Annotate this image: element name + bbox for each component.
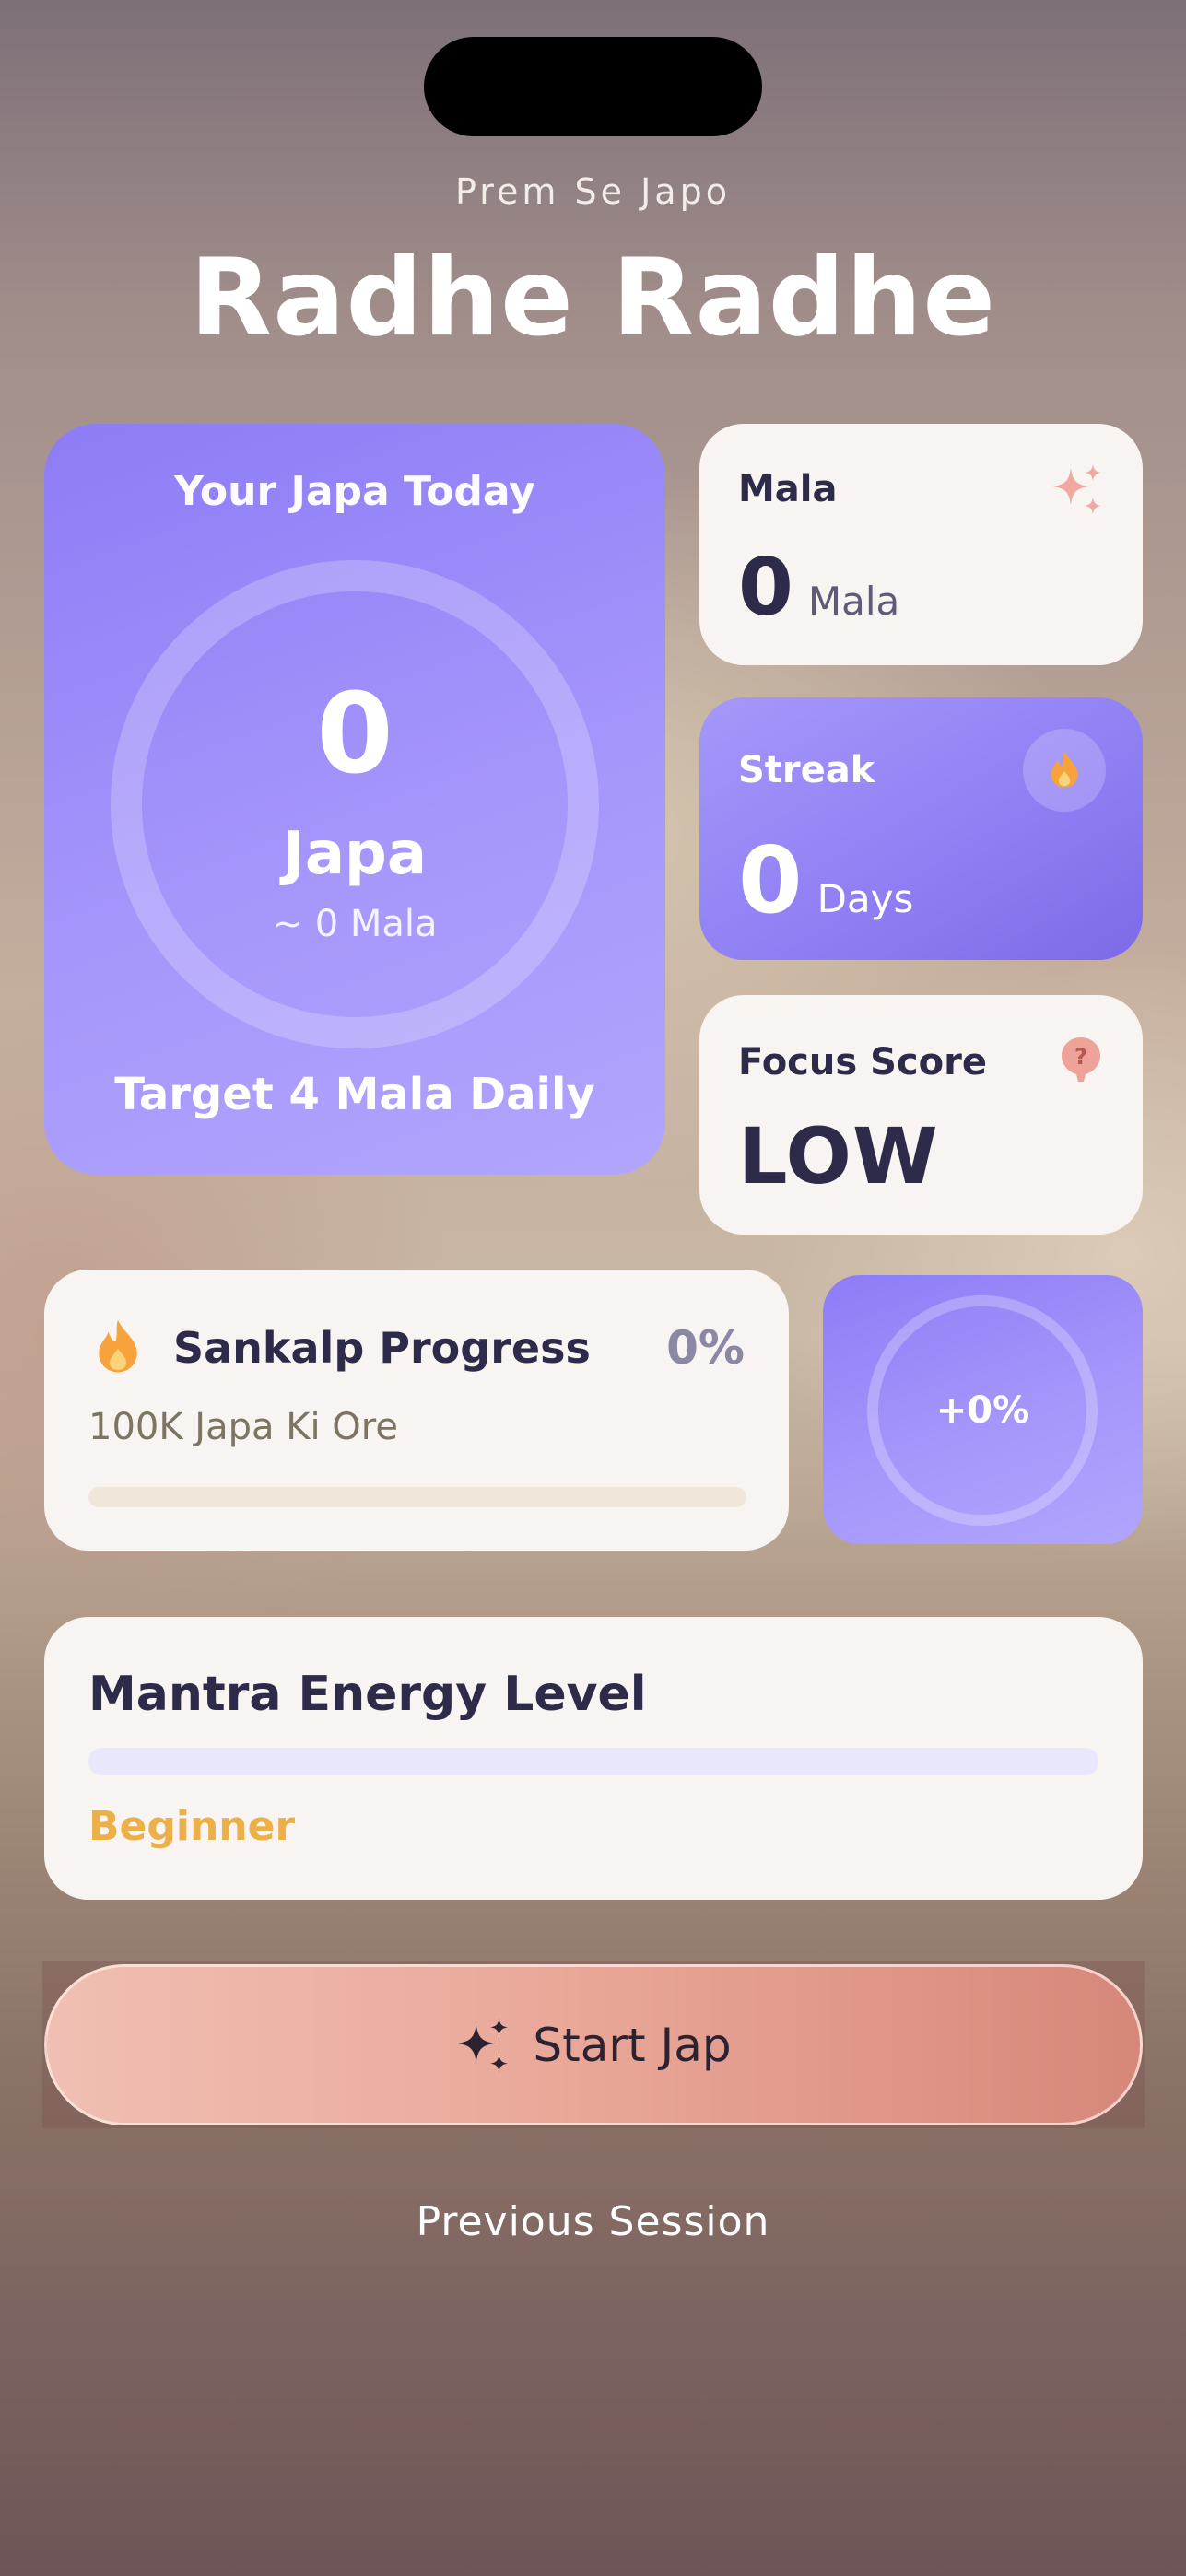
sankalp-title: Sankalp Progress <box>173 1323 591 1373</box>
svg-text:?: ? <box>1074 1044 1087 1070</box>
streak-label: Streak <box>738 749 875 791</box>
mala-value: 0 <box>738 542 793 634</box>
japa-unit: Japa <box>283 820 427 888</box>
flame-icon <box>99 1319 137 1373</box>
mala-unit: Mala <box>807 579 900 624</box>
streak-value-row: 0 Days <box>738 826 913 934</box>
mantra-energy-card[interactable]: Mantra Energy Level Beginner <box>44 1617 1143 1900</box>
page-title: Radhe Radhe <box>189 236 997 360</box>
japa-progress-ring <box>111 560 599 1048</box>
streak-value: 0 <box>738 826 803 934</box>
sankalp-percent: 0% <box>666 1321 745 1375</box>
help-icon[interactable]: ? <box>1060 1036 1102 1083</box>
mala-card[interactable]: Mala 0 Mala <box>699 424 1143 665</box>
start-jap-label: Start Jap <box>533 2018 732 2072</box>
delta-value: +0% <box>935 1389 1030 1432</box>
daily-target: Target 4 Mala Daily <box>114 1069 595 1120</box>
sankalp-subtitle: 100K Japa Ki Ore <box>88 1406 398 1448</box>
mala-label: Mala <box>738 468 838 510</box>
dynamic-island <box>424 37 762 136</box>
start-jap-button[interactable]: Start Jap <box>44 1964 1143 2125</box>
sankalp-progress-card[interactable]: Sankalp Progress 0% 100K Japa Ki Ore <box>44 1270 789 1551</box>
japa-count: 0 <box>316 671 393 799</box>
progress-delta-card[interactable]: +0% <box>823 1275 1143 1544</box>
sparkle-icon <box>1052 464 1101 514</box>
streak-card[interactable]: Streak 0 Days <box>699 697 1143 960</box>
focus-label: Focus Score <box>738 1041 987 1083</box>
japa-mala-approx: ~ 0 Mala <box>272 903 438 945</box>
japa-today-heading: Your Japa Today <box>174 468 535 515</box>
mala-value-row: 0 Mala <box>738 542 899 634</box>
streak-unit: Days <box>816 876 914 921</box>
energy-progress-bar <box>88 1748 1098 1775</box>
sankalp-progress-bar <box>88 1487 746 1507</box>
energy-level: Beginner <box>88 1803 296 1850</box>
previous-session-link[interactable]: Previous Session <box>0 2198 1186 2245</box>
streak-flame-badge <box>1023 729 1106 812</box>
focus-value: LOW <box>738 1111 939 1201</box>
flame-icon <box>1051 751 1078 788</box>
header-kicker: Prem Se Japo <box>455 171 731 212</box>
focus-score-card[interactable]: Focus Score ? LOW <box>699 995 1143 1235</box>
sparkle-icon <box>457 2018 509 2072</box>
energy-title: Mantra Energy Level <box>88 1667 647 1722</box>
japa-today-card[interactable]: Your Japa Today 0 Japa ~ 0 Mala Target 4… <box>44 424 665 1175</box>
